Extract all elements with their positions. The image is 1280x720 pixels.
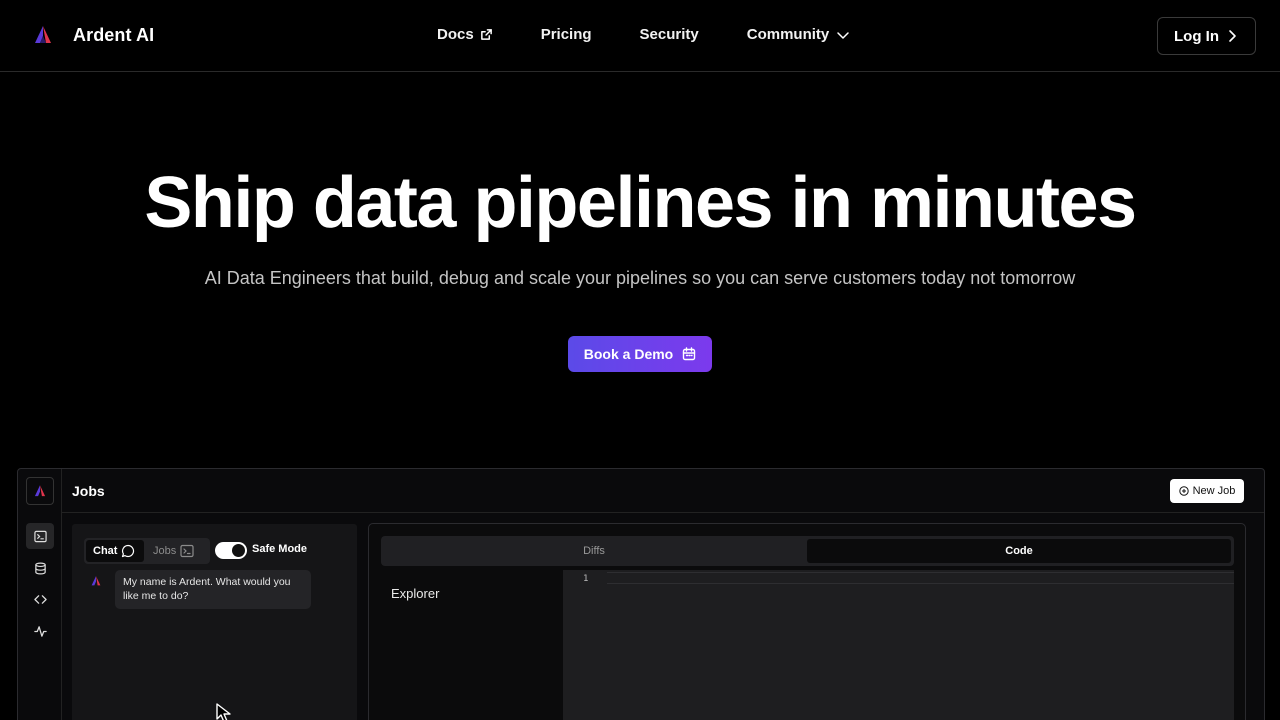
chat-message: My name is Ardent. What would you like m… bbox=[115, 570, 311, 609]
nav-link-docs[interactable]: Docs bbox=[437, 26, 493, 43]
tab-chat[interactable]: Chat bbox=[86, 540, 144, 562]
tab-diffs[interactable]: Diffs bbox=[383, 539, 805, 563]
ardent-avatar-icon bbox=[91, 576, 101, 586]
external-link-icon bbox=[480, 29, 492, 40]
nav-link-docs-label: Docs bbox=[437, 26, 474, 43]
chevron-right-icon bbox=[1229, 30, 1236, 42]
safe-mode-label: Safe Mode bbox=[252, 543, 308, 555]
nav-link-community-label: Community bbox=[746, 26, 830, 43]
terminal-icon bbox=[33, 530, 47, 542]
tab-chat-label: Chat bbox=[93, 545, 118, 557]
rail-item-database[interactable] bbox=[26, 555, 54, 581]
ardent-logo-icon bbox=[35, 26, 51, 43]
nav-link-community[interactable]: Community bbox=[747, 26, 852, 43]
brand-name: Ardent AI bbox=[73, 24, 155, 45]
ardent-logo-icon bbox=[34, 485, 46, 497]
mouse-cursor-icon bbox=[216, 703, 231, 720]
login-button[interactable]: Log In bbox=[1157, 17, 1256, 55]
app-preview: Jobs New Job Chat Jobs Safe Mode My name… bbox=[17, 468, 1265, 720]
activity-icon bbox=[33, 625, 47, 637]
chat-panel: Chat Jobs Safe Mode My name is Ardent. W… bbox=[72, 524, 357, 720]
brand[interactable]: Ardent AI bbox=[32, 24, 154, 46]
chevron-down-icon bbox=[837, 31, 849, 39]
code-icon bbox=[33, 594, 47, 604]
hero-title: Ship data pipelines in minutes bbox=[144, 163, 1137, 243]
line-number: 1 bbox=[583, 574, 589, 584]
message-circle-icon bbox=[122, 544, 135, 558]
top-nav: Ardent AI Docs Pricing Security Communit… bbox=[0, 0, 1280, 72]
app-title: Jobs bbox=[72, 483, 105, 499]
database-icon bbox=[34, 562, 46, 574]
app-header: Jobs New Job bbox=[62, 469, 1264, 513]
rail-logo[interactable] bbox=[26, 477, 54, 505]
current-line-highlight bbox=[607, 572, 1234, 584]
nav-link-security-label: Security bbox=[639, 26, 699, 43]
book-demo-label: Book a Demo bbox=[583, 346, 674, 362]
chat-jobs-switch: Chat Jobs bbox=[84, 538, 210, 564]
side-rail bbox=[18, 469, 62, 720]
explorer-label: Explorer bbox=[391, 586, 440, 601]
book-demo-button[interactable]: Book a Demo bbox=[568, 336, 712, 372]
tab-jobs-label: Jobs bbox=[153, 545, 177, 557]
editor-tabs: Diffs Code bbox=[381, 536, 1234, 566]
rail-item-activity[interactable] bbox=[26, 618, 54, 644]
terminal-icon bbox=[180, 544, 194, 558]
toggle-knob bbox=[232, 544, 245, 557]
calendar-icon bbox=[683, 347, 696, 361]
rail-item-code[interactable] bbox=[26, 586, 54, 612]
code-editor[interactable]: 1 bbox=[563, 570, 1234, 720]
nav-link-pricing-label: Pricing bbox=[540, 26, 592, 43]
nav-links: Docs Pricing Security Community bbox=[437, 26, 851, 43]
hero-subtitle: AI Data Engineers that build, debug and … bbox=[204, 268, 1076, 288]
editor-panel: Diffs Code Explorer 1 bbox=[368, 523, 1246, 720]
new-job-label: New Job bbox=[1192, 485, 1236, 497]
rail-item-terminal[interactable] bbox=[26, 523, 54, 549]
tab-code[interactable]: Code bbox=[807, 539, 1231, 563]
login-label: Log In bbox=[1174, 27, 1219, 45]
plus-circle-icon bbox=[1178, 486, 1189, 496]
new-job-button[interactable]: New Job bbox=[1170, 479, 1244, 503]
nav-link-pricing[interactable]: Pricing bbox=[541, 26, 592, 43]
nav-link-security[interactable]: Security bbox=[640, 26, 699, 43]
safe-mode-toggle[interactable] bbox=[215, 542, 247, 559]
tab-jobs[interactable]: Jobs bbox=[146, 540, 208, 562]
